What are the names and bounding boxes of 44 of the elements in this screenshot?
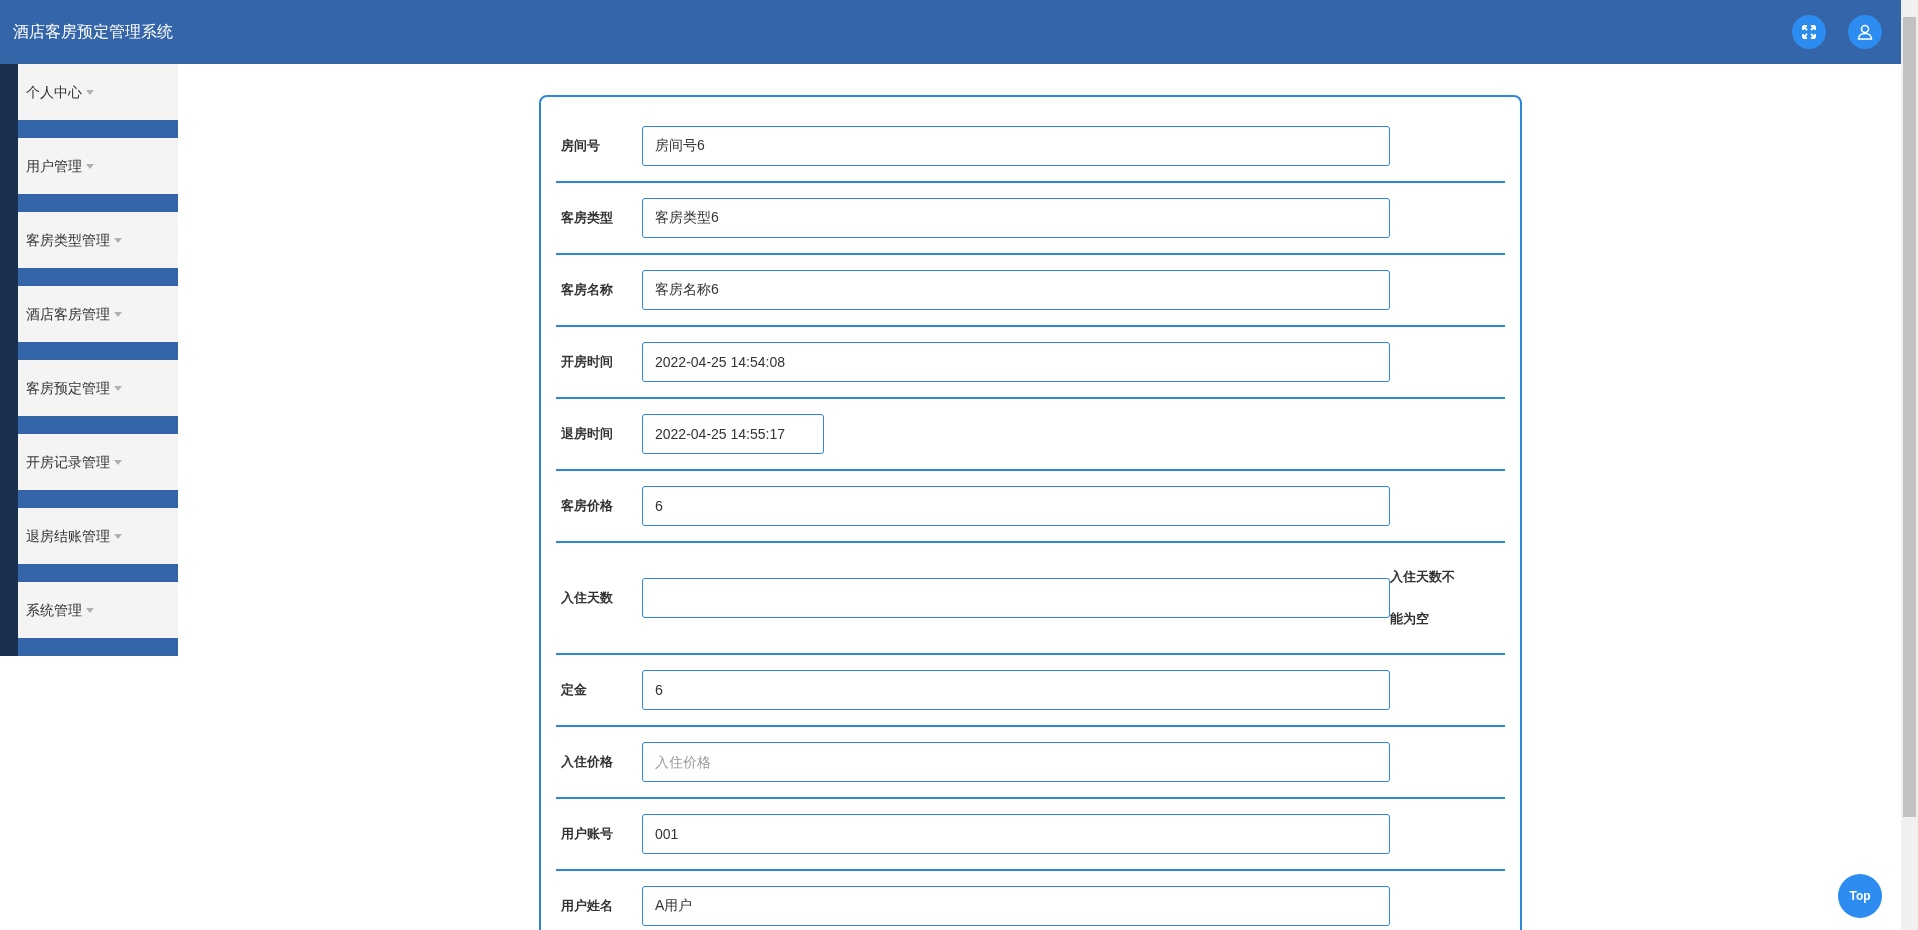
input-field[interactable]: 6 xyxy=(642,670,1390,710)
user-button[interactable] xyxy=(1848,15,1882,49)
field-label: 客房类型 xyxy=(560,209,614,228)
field-label: 开房时间 xyxy=(560,353,614,372)
field-label: 用户姓名 xyxy=(560,897,614,916)
input-field[interactable]: 2022-04-25 14:55:17 xyxy=(642,414,824,454)
caret-icon xyxy=(114,237,122,243)
field-label: 入住价格 xyxy=(560,753,614,772)
input-field[interactable]: 房间号6 xyxy=(642,126,1390,166)
error-message: 入住天数不能为空 xyxy=(1390,568,1456,628)
input-field[interactable]: A用户 xyxy=(642,886,1390,926)
caret-icon xyxy=(114,385,122,391)
field-label: 房间号 xyxy=(560,137,601,156)
expand-arrows-icon xyxy=(1801,24,1817,40)
sidebar-menu-item[interactable]: 系统管理 xyxy=(18,582,178,638)
field-label: 入住天数 xyxy=(560,589,614,608)
input-field[interactable]: 2022-04-25 14:54:08 xyxy=(642,342,1390,382)
input-field[interactable]: 001 xyxy=(642,814,1390,854)
field-label: 退房时间 xyxy=(560,425,614,444)
field-label: 用户账号 xyxy=(560,825,614,844)
sidebar-menu-item[interactable]: 客房类型管理 xyxy=(18,212,178,268)
sidebar-menu-item[interactable]: 客房预定管理 xyxy=(18,360,178,416)
sidebar-menu-item[interactable]: 个人中心 xyxy=(18,64,178,120)
sidebar-menu-item[interactable]: 酒店客房管理 xyxy=(18,286,178,342)
caret-icon xyxy=(86,607,94,613)
caret-icon xyxy=(86,163,94,169)
input-field[interactable] xyxy=(642,578,1390,618)
fullscreen-button[interactable] xyxy=(1792,15,1826,49)
caret-icon xyxy=(114,311,122,317)
sidebar-menu-item[interactable]: 开房记录管理 xyxy=(18,434,178,490)
sidebar-menu-item[interactable]: 退房结账管理 xyxy=(18,508,178,564)
input-field[interactable]: 入住价格 xyxy=(642,742,1390,782)
caret-icon xyxy=(114,533,122,539)
field-label: 客房名称 xyxy=(560,281,614,300)
input-field[interactable]: 6 xyxy=(642,486,1390,526)
caret-icon xyxy=(86,89,94,95)
input-field[interactable]: 客房名称6 xyxy=(642,270,1390,310)
field-label: 定金 xyxy=(560,681,588,700)
input-field[interactable]: 客房类型6 xyxy=(642,198,1390,238)
user-icon xyxy=(1857,24,1873,40)
sidebar-menu-item[interactable]: 用户管理 xyxy=(18,138,178,194)
field-label: 客房价格 xyxy=(560,497,614,516)
app-title: 酒店客房预定管理系统 xyxy=(13,22,173,42)
caret-icon xyxy=(114,459,122,465)
